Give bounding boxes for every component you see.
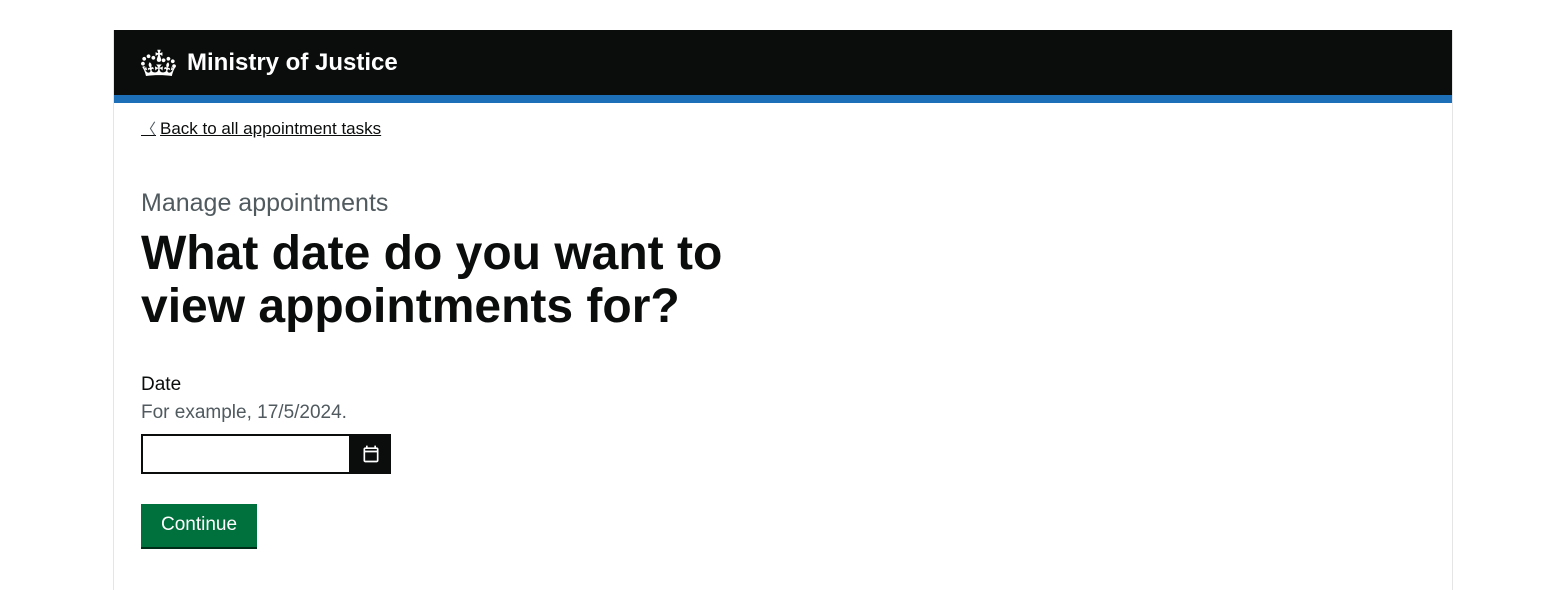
calendar-icon <box>361 444 381 464</box>
back-link[interactable]: 〈 Back to all appointment tasks <box>141 118 381 139</box>
calendar-picker-button[interactable] <box>351 434 391 474</box>
chevron-left-icon: 〈 <box>141 118 156 139</box>
org-name: Ministry of Justice <box>187 49 398 77</box>
back-link-label: Back to all appointment tasks <box>160 119 381 139</box>
date-label: Date <box>141 374 814 396</box>
page-title: What date do you want to view appointmen… <box>141 228 814 334</box>
header-blue-bar <box>114 95 1452 103</box>
crown-icon <box>141 47 177 79</box>
continue-button[interactable]: Continue <box>141 504 257 548</box>
page-caption: Manage appointments <box>141 189 814 218</box>
main-content: Manage appointments What date do you wan… <box>114 189 814 547</box>
header-logo[interactable]: Ministry of Justice <box>141 47 398 79</box>
date-input[interactable] <box>141 434 351 474</box>
header-banner: Ministry of Justice <box>114 30 1452 95</box>
date-hint: For example, 17/5/2024. <box>141 402 814 424</box>
date-form-group: Date For example, 17/5/2024. <box>141 374 814 474</box>
